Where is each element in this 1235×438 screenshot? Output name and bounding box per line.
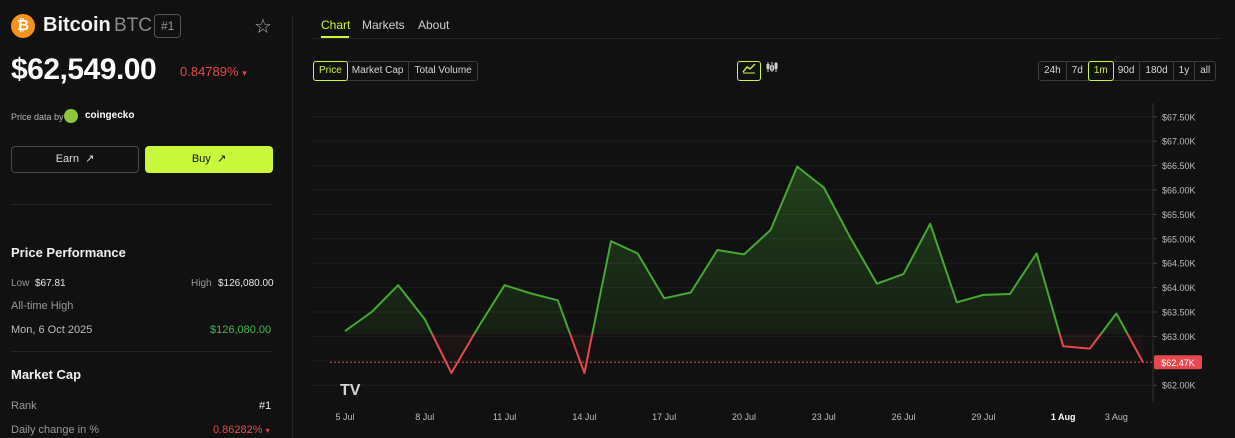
y-tick-label: $67.50K <box>1162 112 1196 122</box>
price-change: 0.84789% ▾ <box>180 64 247 79</box>
buy-label: Buy <box>191 153 211 165</box>
range-1m[interactable]: 1m <box>1087 61 1114 81</box>
x-tick-label: 8 Jul <box>415 412 434 422</box>
candlestick-icon[interactable] <box>761 61 783 79</box>
star-icon[interactable]: ☆ <box>254 14 272 39</box>
current-price-label: $62.47K <box>1161 358 1195 368</box>
low-label: Low <box>11 278 30 289</box>
tradingview-logo: TV <box>340 382 361 399</box>
range-toggle: 24h 7d 1m 90d 180d 1y all <box>1038 61 1217 81</box>
chart-areas <box>345 166 1143 373</box>
divider <box>11 351 273 352</box>
rank-badge: #1 <box>154 14 182 38</box>
caret-down-icon: ▾ <box>242 68 247 78</box>
y-tick-label: $66.00K <box>1162 185 1196 195</box>
price-change-value: 0.84789% <box>180 64 239 79</box>
line-chart-glyph <box>742 63 756 74</box>
daily-change-label: Daily change in % <box>11 424 100 436</box>
x-tick-label: 5 Jul <box>335 412 354 422</box>
y-tick-label: $64.00K <box>1162 283 1196 293</box>
candlestick-glyph <box>766 62 778 72</box>
y-tick-label: $63.00K <box>1162 332 1196 342</box>
rank-label: Rank <box>11 400 37 412</box>
price-chart[interactable]: $62.00K$62.50K$63.00K$63.50K$64.00K$64.5… <box>310 95 1225 430</box>
ath-date: Mon, 6 Oct 2025 <box>11 324 93 336</box>
y-tick-label: $66.50K <box>1162 161 1196 171</box>
range-90d[interactable]: 90d <box>1113 62 1141 80</box>
y-tick-label: $63.50K <box>1162 308 1196 318</box>
chart-extras: $62.47K TV <box>330 355 1202 399</box>
range-7d[interactable]: 7d <box>1067 62 1089 80</box>
rank-value: #1 <box>259 400 272 412</box>
high-label: High <box>191 278 212 289</box>
y-tick-label: $62.00K <box>1162 381 1196 391</box>
x-tick-label: 29 Jul <box>971 412 995 422</box>
tab-markets[interactable]: Markets <box>362 18 405 32</box>
coingecko-icon <box>64 109 78 123</box>
x-tick-label: 17 Jul <box>652 412 676 422</box>
ath-value: $126,080.00 <box>210 324 272 336</box>
tab-chart[interactable]: Chart <box>321 18 350 32</box>
y-tick-label: $67.00K <box>1162 137 1196 147</box>
price-performance-title: Price Performance <box>11 245 126 260</box>
earn-button[interactable]: Earn ↗ <box>11 146 139 173</box>
arrow-up-right-icon: ↗ <box>216 153 227 165</box>
earn-label: Earn <box>55 153 79 165</box>
high-value: $126,080.00 <box>218 278 274 289</box>
metric-total-volume[interactable]: Total Volume <box>409 62 476 80</box>
price-provider[interactable]: coingecko <box>85 110 134 121</box>
metric-price[interactable]: Price <box>313 61 348 81</box>
arrow-up-right-icon: ↗ <box>85 153 95 165</box>
range-24h[interactable]: 24h <box>1039 62 1067 80</box>
daily-change-value: 0.86282% <box>213 424 263 436</box>
coin-sidebar: ₿ Bitcoin BTC #1 ☆ $62,549.00 0.84789% ▾… <box>0 0 290 438</box>
coin-name: Bitcoin <box>43 14 111 36</box>
tabs-divider <box>313 38 1221 39</box>
metric-toggle: Price Market Cap Total Volume <box>313 61 478 81</box>
buy-button[interactable]: Buy ↗ <box>145 146 273 173</box>
x-tick-label: 20 Jul <box>732 412 756 422</box>
panel-divider <box>292 16 293 438</box>
y-tick-label: $65.50K <box>1162 210 1196 220</box>
low-value: $67.81 <box>35 278 66 289</box>
x-tick-label: 3 Aug <box>1105 412 1128 422</box>
current-price: $62,549.00 <box>11 53 157 86</box>
metric-market-cap[interactable]: Market Cap <box>347 62 410 80</box>
x-tick-label: 23 Jul <box>812 412 836 422</box>
bitcoin-icon: ₿ <box>11 14 35 38</box>
market-cap-title: Market Cap <box>11 367 82 382</box>
x-tick-label: 26 Jul <box>892 412 916 422</box>
y-tick-label: $64.50K <box>1162 259 1196 269</box>
x-axis: 5 Jul 8 Jul 11 Jul 14 Jul 17 Jul 20 Jul 23 Jul… <box>335 412 1127 422</box>
line-chart-icon[interactable] <box>737 61 761 81</box>
x-tick-label: 11 Jul <box>493 412 516 422</box>
range-1y[interactable]: 1y <box>1174 62 1196 80</box>
range-all[interactable]: all <box>1195 62 1215 80</box>
ath-label: All-time High <box>11 300 74 312</box>
x-tick-label: 14 Jul <box>572 412 596 422</box>
coin-symbol: BTC <box>114 15 152 36</box>
divider <box>11 204 273 205</box>
price-data-label: Price data by <box>11 112 64 122</box>
daily-change: 0.86282% ▾ <box>213 424 270 436</box>
y-tick-label: $65.00K <box>1162 234 1196 244</box>
x-tick-label: 1 Aug <box>1051 412 1076 422</box>
caret-down-icon: ▾ <box>265 426 270 435</box>
range-180d[interactable]: 180d <box>1140 62 1174 80</box>
tab-about[interactable]: About <box>418 18 449 32</box>
